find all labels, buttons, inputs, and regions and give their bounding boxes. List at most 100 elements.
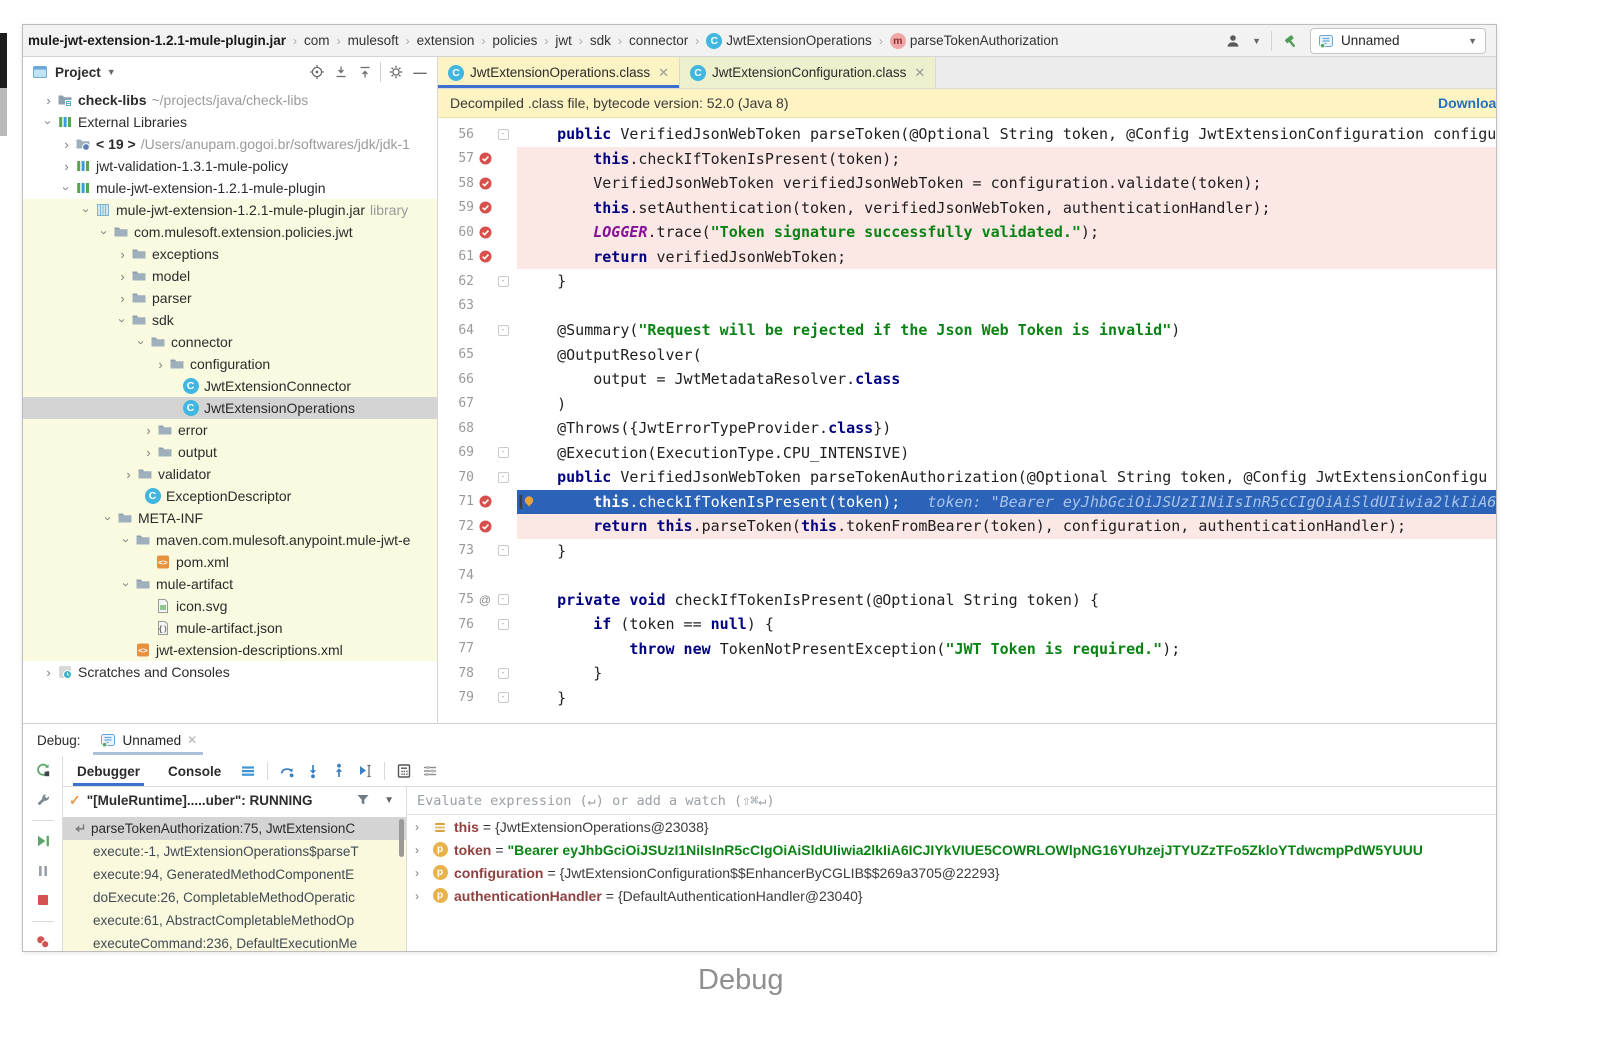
editor-gutter[interactable]: 59 bbox=[438, 196, 517, 221]
project-tree-item[interactable]: {)mule-artifact.json bbox=[23, 617, 437, 639]
code-line[interactable]: 60 LOGGER.trace("Token signature success… bbox=[438, 220, 1496, 245]
collapse-all-icon[interactable] bbox=[356, 63, 374, 81]
evaluate-expression-icon[interactable] bbox=[391, 760, 417, 782]
tree-collapse-icon[interactable]: › bbox=[119, 533, 134, 548]
editor-gutter[interactable]: 62- bbox=[438, 269, 517, 294]
tab-debugger[interactable]: Debugger bbox=[63, 756, 154, 786]
build-hammer-icon[interactable] bbox=[1282, 32, 1300, 50]
pause-program-icon[interactable] bbox=[30, 861, 56, 880]
breadcrumb-item[interactable]: CJwtExtensionOperations bbox=[706, 33, 872, 49]
code-line[interactable]: 58 VerifiedJsonWebToken verifiedJsonWebT… bbox=[438, 171, 1496, 196]
project-tree-item[interactable]: ›configuration bbox=[23, 353, 437, 375]
project-tree-item[interactable]: icon.svg bbox=[23, 595, 437, 617]
code-fold-icon[interactable]: - bbox=[498, 545, 509, 556]
breadcrumb-item[interactable]: connector bbox=[629, 33, 688, 48]
code-fold-icon[interactable]: - bbox=[498, 447, 509, 458]
editor-gutter[interactable]: 74 bbox=[438, 563, 517, 588]
breadcrumb-item[interactable]: jwt bbox=[555, 33, 572, 48]
close-session-icon[interactable]: ✕ bbox=[187, 733, 197, 747]
code-line[interactable]: 67 ) bbox=[438, 392, 1496, 417]
user-profile-caret-icon[interactable]: ▼ bbox=[1252, 36, 1261, 46]
project-tree-item[interactable]: ›check-libs~/projects/java/check-libs bbox=[23, 89, 437, 111]
breakpoint-icon[interactable] bbox=[474, 176, 496, 191]
project-tree-item[interactable]: ›model bbox=[23, 265, 437, 287]
thread-selector[interactable]: ✓ "[MuleRuntime].....uber": RUNNING ▼ bbox=[63, 787, 406, 813]
code-line[interactable]: 59 this.setAuthentication(token, verifie… bbox=[438, 196, 1496, 221]
code-line[interactable]: 66 output = JwtMetadataResolver.class bbox=[438, 367, 1496, 392]
breakpoint-icon[interactable] bbox=[474, 200, 496, 215]
project-view-caret-icon[interactable]: ▼ bbox=[107, 67, 116, 77]
breakpoint-icon[interactable] bbox=[474, 249, 496, 264]
debugger-settings-wrench-icon[interactable] bbox=[30, 791, 56, 810]
tree-expand-icon[interactable]: › bbox=[115, 269, 130, 284]
breadcrumb-item[interactable]: extension bbox=[417, 33, 475, 48]
project-tree-item[interactable]: ›exceptions bbox=[23, 243, 437, 265]
editor-tab[interactable]: CJwtExtensionOperations.class✕ bbox=[438, 57, 680, 88]
project-tree-item[interactable]: ›Scratches and Consoles bbox=[23, 661, 437, 683]
step-out-icon[interactable] bbox=[326, 760, 352, 782]
breadcrumb-item[interactable]: mulesoft bbox=[348, 33, 399, 48]
code-line[interactable]: 56- public VerifiedJsonWebToken parseTok… bbox=[438, 122, 1496, 147]
editor-gutter[interactable]: 68 bbox=[438, 416, 517, 441]
project-tree-item[interactable]: ›maven.com.mulesoft.anypoint.mule-jwt-e bbox=[23, 529, 437, 551]
code-line[interactable]: 74 bbox=[438, 563, 1496, 588]
project-tree-item[interactable]: ›sdk bbox=[23, 309, 437, 331]
code-fold-icon[interactable]: - bbox=[498, 325, 509, 336]
run-configuration-select[interactable]: Unnamed ▼ bbox=[1310, 28, 1486, 54]
editor-gutter[interactable]: 73- bbox=[438, 539, 517, 564]
tree-expand-icon[interactable]: › bbox=[141, 423, 156, 438]
code-line[interactable]: 63 bbox=[438, 294, 1496, 319]
breakpoint-icon[interactable] bbox=[474, 494, 496, 509]
view-breakpoints-icon[interactable] bbox=[30, 932, 56, 951]
stack-frame-row[interactable]: parseTokenAuthorization:75, JwtExtension… bbox=[63, 817, 406, 840]
code-editor[interactable]: 56- public VerifiedJsonWebToken parseTok… bbox=[438, 122, 1496, 723]
rerun-icon[interactable] bbox=[30, 761, 56, 780]
variable-row[interactable]: ›pauthenticationHandler={DefaultAuthenti… bbox=[407, 884, 1496, 907]
breadcrumb[interactable]: mule-jwt-extension-1.2.1-mule-plugin.jar… bbox=[23, 33, 1224, 49]
editor-tab[interactable]: CJwtExtensionConfiguration.class✕ bbox=[680, 57, 936, 88]
tree-expand-icon[interactable]: › bbox=[121, 467, 136, 482]
code-line[interactable]: 62- } bbox=[438, 269, 1496, 294]
threads-view-icon[interactable] bbox=[235, 760, 261, 782]
editor-gutter[interactable]: 72 bbox=[438, 514, 517, 539]
user-profile-icon[interactable] bbox=[1224, 32, 1242, 50]
project-tree-item[interactable]: ›validator bbox=[23, 463, 437, 485]
editor-gutter[interactable]: 66 bbox=[438, 367, 517, 392]
tree-expand-icon[interactable]: › bbox=[41, 93, 56, 108]
code-line[interactable]: 69- @Execution(ExecutionType.CPU_INTENSI… bbox=[438, 441, 1496, 466]
editor-gutter[interactable]: 71 bbox=[438, 490, 517, 515]
project-tree-item[interactable]: ›mule-jwt-extension-1.2.1-mule-plugin bbox=[23, 177, 437, 199]
stack-frame-row[interactable]: executeCommand:236, DefaultExecutionMe bbox=[63, 932, 406, 951]
project-tree-item[interactable]: <>pom.xml bbox=[23, 551, 437, 573]
code-line[interactable]: 68 @Throws({JwtErrorTypeProvider.class}) bbox=[438, 416, 1496, 441]
stack-frame-row[interactable]: execute:-1, JwtExtensionOperations$parse… bbox=[63, 840, 406, 863]
project-tree-item[interactable]: ›mule-jwt-extension-1.2.1-mule-plugin.ja… bbox=[23, 199, 437, 221]
editor-gutter[interactable]: 69- bbox=[438, 441, 517, 466]
project-tree-item[interactable]: ›META-INF bbox=[23, 507, 437, 529]
editor-gutter[interactable]: 60 bbox=[438, 220, 517, 245]
tree-expand-icon[interactable]: › bbox=[59, 137, 74, 152]
project-tree-item[interactable]: CJwtExtensionOperations bbox=[23, 397, 437, 419]
project-tree-item[interactable]: ›mule-artifact bbox=[23, 573, 437, 595]
variable-expand-icon[interactable]: › bbox=[415, 889, 431, 903]
frames-scrollbar[interactable] bbox=[399, 819, 404, 857]
code-fold-icon[interactable]: - bbox=[498, 619, 509, 630]
locate-file-icon[interactable] bbox=[308, 63, 326, 81]
project-tree-item[interactable]: <>jwt-extension-descriptions.xml bbox=[23, 639, 437, 661]
filter-frames-icon[interactable] bbox=[354, 791, 372, 809]
editor-gutter[interactable]: 61 bbox=[438, 245, 517, 270]
editor-gutter[interactable]: 63 bbox=[438, 294, 517, 319]
stack-frame-row[interactable]: execute:61, AbstractCompletableMethodOp bbox=[63, 909, 406, 932]
project-tree-item[interactable]: CJwtExtensionConnector bbox=[23, 375, 437, 397]
project-tree-item[interactable]: ›com.mulesoft.extension.policies.jwt bbox=[23, 221, 437, 243]
breadcrumb-item[interactable]: sdk bbox=[590, 33, 611, 48]
code-fold-icon[interactable]: - bbox=[498, 472, 509, 483]
variable-row[interactable]: ›ptoken="Bearer eyJhbGciOiJSUzI1NiIsInR5… bbox=[407, 838, 1496, 861]
variable-row[interactable]: ›pconfiguration={JwtExtensionConfigurati… bbox=[407, 861, 1496, 884]
variable-row[interactable]: ›this={JwtExtensionOperations@23038} bbox=[407, 815, 1496, 838]
tree-collapse-icon[interactable]: › bbox=[97, 225, 112, 240]
stack-frame-row[interactable]: doExecute:26, CompletableMethodOperatic bbox=[63, 886, 406, 909]
project-tree-item[interactable]: ›< 19 >/Users/anupam.gogoi.br/softwares/… bbox=[23, 133, 437, 155]
editor-gutter[interactable]: 56- bbox=[438, 122, 517, 147]
editor-gutter[interactable]: 64- bbox=[438, 318, 517, 343]
